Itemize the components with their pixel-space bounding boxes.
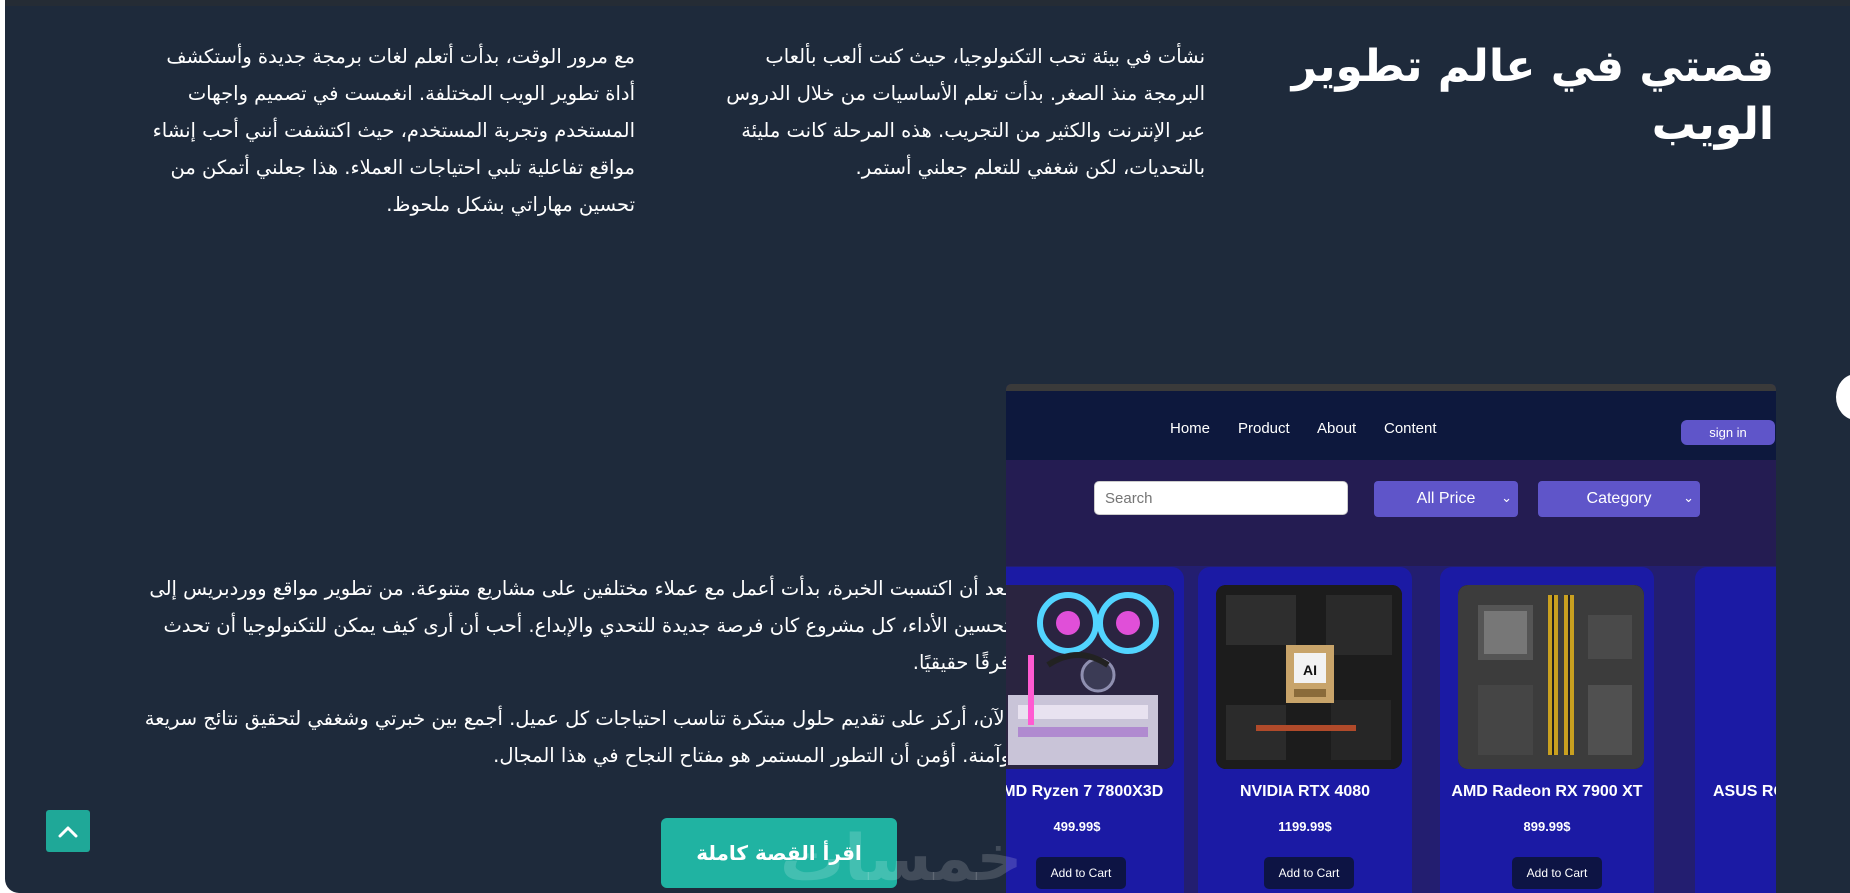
- product-title: ASUS ROG: [1713, 783, 1776, 800]
- add-to-cart-button[interactable]: Add to Cart: [1264, 857, 1354, 889]
- product-card: AMD Ryzen 7 7800X3D 499.99$ Add to Cart: [1006, 567, 1184, 893]
- watermark-logo: خمسات: [780, 822, 1023, 893]
- scroll-to-top-button[interactable]: [46, 810, 90, 852]
- product-title: NVIDIA RTX 4080: [1239, 783, 1371, 800]
- story-section: قصتي في عالم تطوير الويب نشأت في بيئة تح…: [5, 0, 1850, 893]
- preview-category-select[interactable]: Category ⌄: [1538, 481, 1700, 517]
- product-title: AMD Ryzen 7 7800X3D: [1006, 783, 1164, 800]
- add-to-cart-button[interactable]: Add to Cart: [1512, 857, 1602, 889]
- story-paragraph-3: بعد أن اكتسبت الخبرة، بدأت أعمل مع عملاء…: [149, 577, 1010, 674]
- preview-browser-bar: [1006, 384, 1776, 391]
- story-paragraph-2: مع مرور الوقت، بدأت أتعلم لغات برمجة جدي…: [152, 45, 635, 216]
- product-image-motherboard: [1458, 585, 1644, 769]
- chevron-down-icon: ⌄: [1501, 490, 1512, 505]
- product-image-gpu-chip: AI: [1216, 585, 1402, 769]
- add-to-cart-button[interactable]: Add to Cart: [1036, 857, 1126, 889]
- preview-search-input[interactable]: [1094, 481, 1348, 515]
- project-preview-image: Home Product About Content sign in All P…: [1006, 384, 1776, 893]
- product-price: 499.99$: [1053, 819, 1101, 834]
- preview-price-select[interactable]: All Price ⌄: [1374, 481, 1518, 517]
- category-select-label: Category: [1586, 490, 1652, 507]
- product-card: ASUS ROG: [1695, 567, 1776, 893]
- product-title: AMD Radeon RX 7900 XT: [1451, 783, 1643, 800]
- preview-navbar: Home Product About Content sign in: [1006, 391, 1776, 460]
- product-price: 899.99$: [1523, 819, 1571, 834]
- product-image-cpu-cooler: [1006, 585, 1174, 769]
- preview-filter-bar: All Price ⌄ Category ⌄: [1006, 460, 1776, 566]
- preview-signin-button[interactable]: sign in: [1681, 420, 1775, 445]
- top-divider: [5, 0, 1850, 6]
- preview-nav-product[interactable]: Product: [1238, 420, 1290, 437]
- story-paragraph-1: نشأت في بيئة تحب التكنولوجيا، حيث كنت أل…: [726, 45, 1205, 179]
- price-select-label: All Price: [1416, 490, 1476, 507]
- preview-nav-about[interactable]: About: [1317, 420, 1356, 437]
- product-price: 1199.99$: [1278, 819, 1332, 834]
- preview-nav-home[interactable]: Home: [1170, 420, 1210, 437]
- chevron-up-icon: [58, 826, 78, 838]
- page-title: قصتي في عالم تطوير الويب: [1291, 41, 1774, 150]
- preview-nav-content[interactable]: Content: [1384, 420, 1437, 437]
- product-card: AMD Radeon RX 7900 XT 899.99$ Add to Car…: [1440, 567, 1654, 893]
- story-paragraph-4: الآن، أركز على تقديم حلول مبتكرة تناسب ا…: [144, 707, 1010, 767]
- preview-product-grid: AMD Ryzen 7 7800X3D 499.99$ Add to Cart: [1006, 566, 1776, 893]
- svg-text:AI: AI: [1303, 662, 1317, 678]
- product-card: AI NVIDIA RTX 4080 1199.99$ Add to Cart: [1198, 567, 1412, 893]
- chevron-down-icon: ⌄: [1683, 490, 1694, 505]
